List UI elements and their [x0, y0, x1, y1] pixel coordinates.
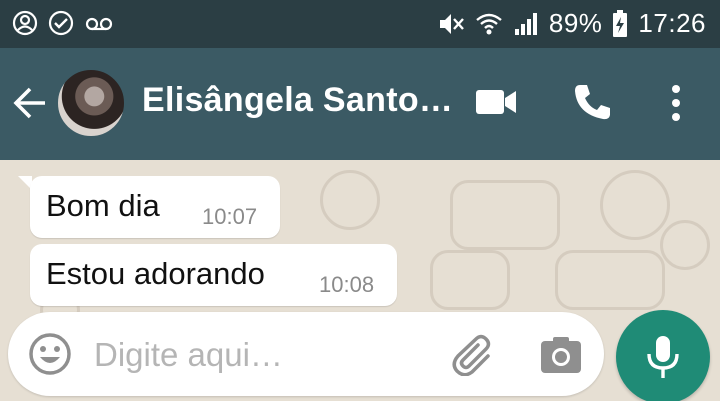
emoji-icon[interactable] — [28, 332, 72, 381]
status-right: 89% 17:26 — [437, 8, 706, 39]
message-time: 10:08 — [319, 272, 375, 297]
check-circle-icon — [48, 10, 74, 36]
status-left-icons — [12, 10, 114, 36]
attach-icon[interactable] — [450, 334, 496, 381]
wallpaper-doodle — [555, 250, 665, 310]
camera-icon[interactable] — [540, 336, 582, 379]
video-call-icon[interactable] — [474, 84, 518, 125]
signal-icon — [513, 11, 539, 37]
wallpaper-doodle — [320, 170, 380, 230]
more-vert-icon[interactable] — [668, 84, 684, 127]
phone-icon[interactable] — [572, 82, 612, 127]
chat-header: Elisângela Santo… — [0, 48, 720, 160]
message-time: 10:07 — [202, 204, 258, 229]
wifi-icon — [475, 11, 503, 37]
mic-button[interactable] — [616, 310, 710, 401]
contact-name[interactable]: Elisângela Santo… — [142, 81, 453, 120]
message-bubble[interactable]: Estou adorando 10:08 — [30, 244, 397, 306]
wallpaper-doodle — [430, 250, 510, 310]
message-composer: Digite aqui… — [8, 312, 604, 396]
status-bar: 89% 17:26 — [0, 0, 720, 48]
battery-charging-icon — [612, 9, 628, 38]
wallpaper-doodle — [600, 170, 670, 240]
back-arrow-icon[interactable] — [12, 86, 48, 125]
account-circle-icon — [12, 10, 38, 36]
message-input[interactable]: Digite aqui… — [94, 336, 283, 374]
wallpaper-doodle — [450, 180, 560, 250]
battery-percent: 89% — [548, 8, 603, 38]
mute-icon — [437, 11, 465, 37]
wallpaper-doodle — [660, 220, 710, 270]
contact-avatar[interactable] — [56, 68, 126, 138]
message-text: Estou adorando — [46, 256, 265, 291]
status-time: 17:26 — [638, 8, 706, 38]
message-text: Bom dia — [46, 188, 160, 223]
message-bubble[interactable]: Bom dia 10:07 — [30, 176, 280, 238]
mic-icon — [647, 336, 679, 378]
voicemail-icon — [84, 10, 114, 36]
